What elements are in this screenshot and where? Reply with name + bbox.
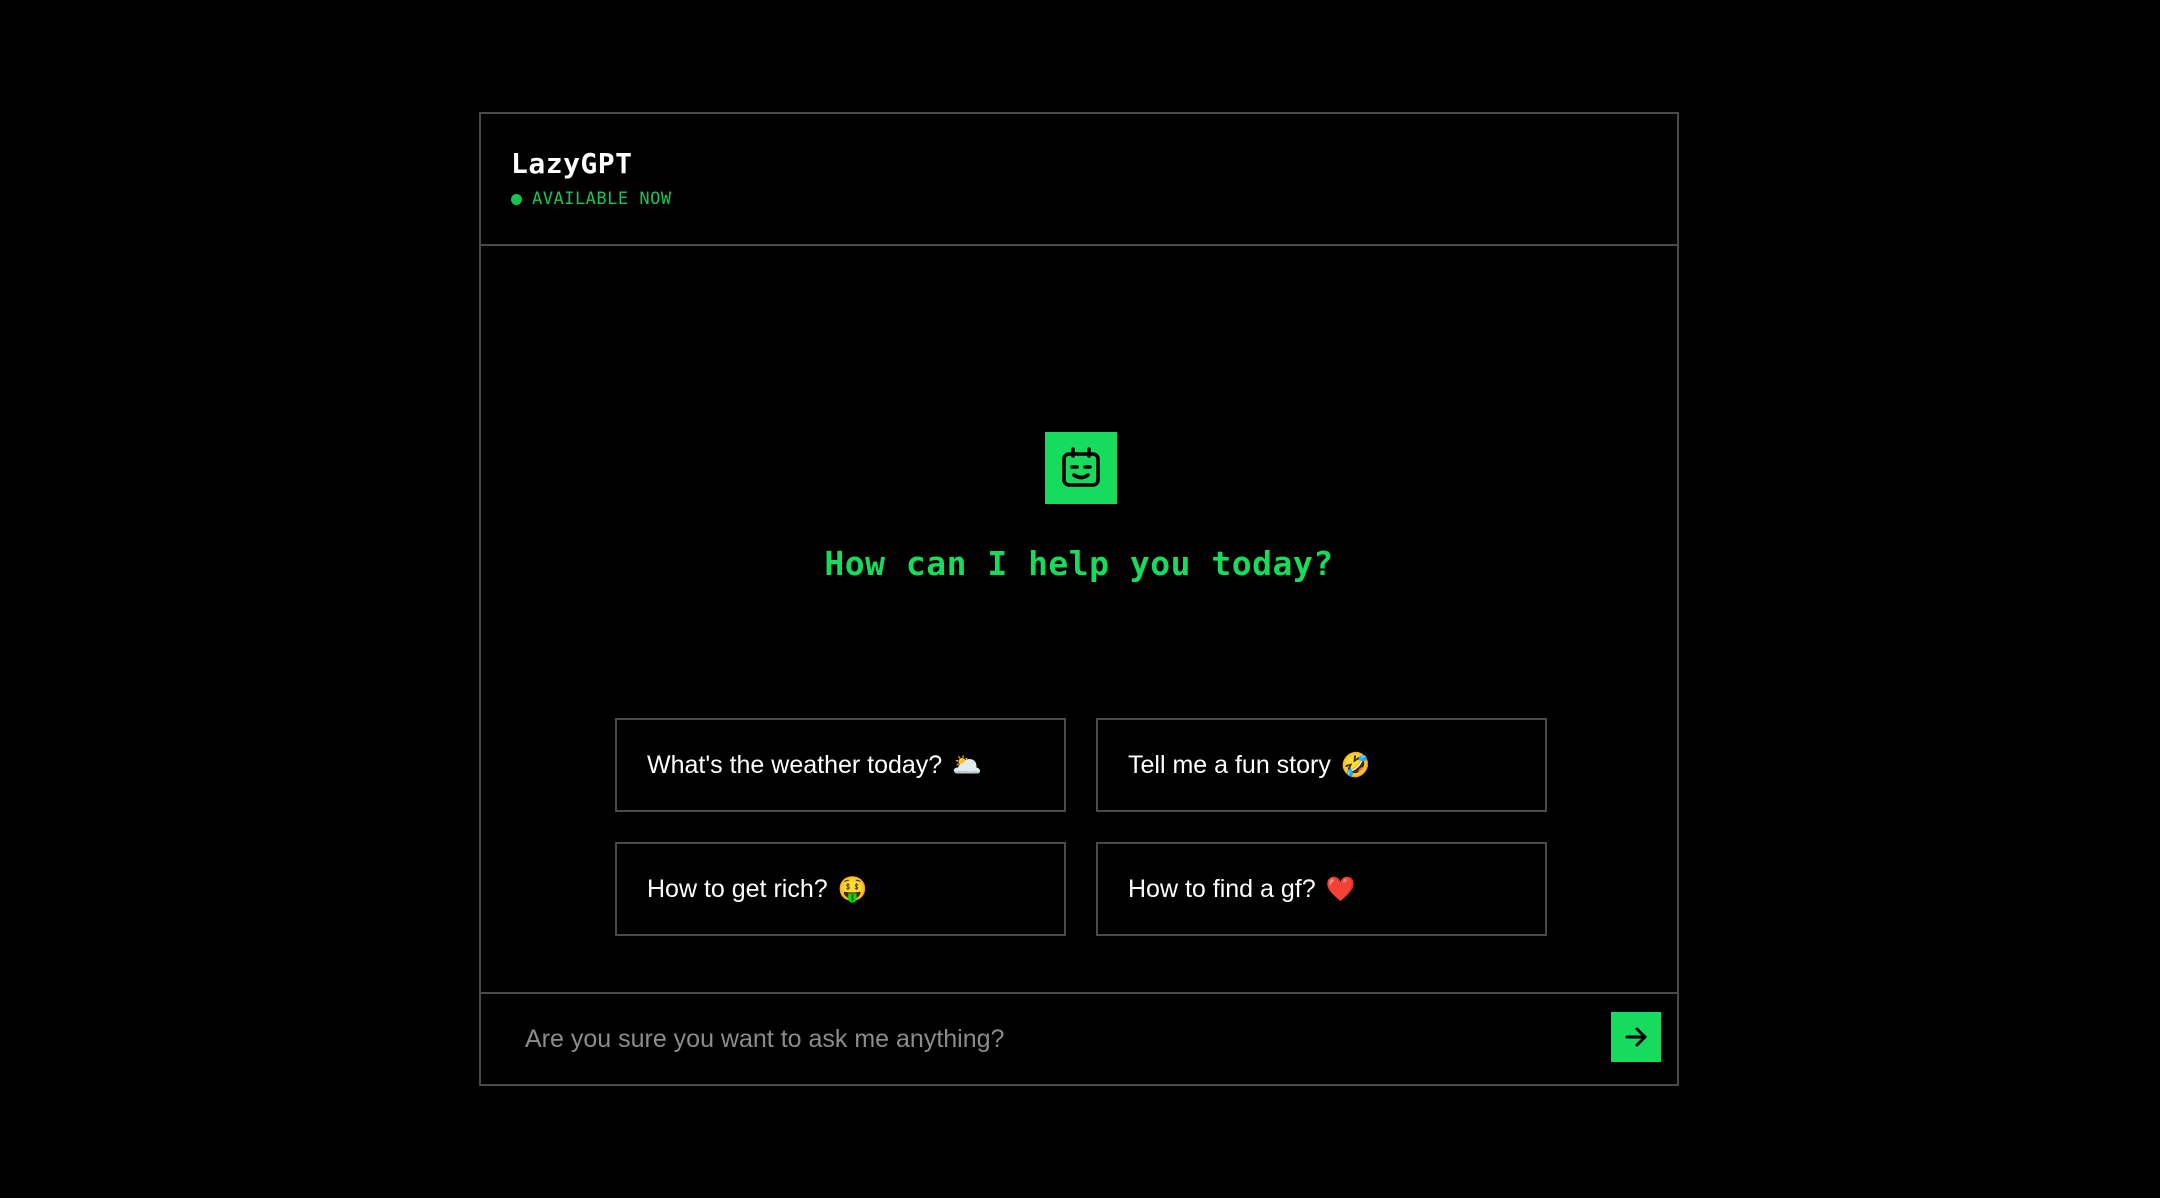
chat-window: LazyGPT AVAILABLE NOW How can I help you… — [479, 112, 1679, 1086]
suggestion-grid: What's the weather today? 🌥️ Tell me a f… — [615, 718, 1547, 936]
arrow-right-icon — [1625, 1027, 1647, 1047]
chat-header: LazyGPT AVAILABLE NOW — [481, 114, 1677, 246]
message-input[interactable] — [525, 1024, 1545, 1054]
status-indicator: AVAILABLE NOW — [511, 189, 1677, 209]
cloud-sun-emoji-icon: 🌥️ — [952, 751, 983, 779]
money-face-emoji-icon: 🤑 — [837, 875, 868, 903]
suggestion-fun-story[interactable]: Tell me a fun story 🤣 — [1096, 718, 1547, 812]
message-composer — [481, 992, 1677, 1084]
suggestion-label: Tell me a fun story — [1128, 750, 1331, 779]
laughing-emoji-icon: 🤣 — [1340, 751, 1371, 779]
send-button[interactable] — [1611, 1012, 1661, 1062]
suggestion-find-gf[interactable]: How to find a gf? ❤️ — [1096, 842, 1547, 936]
status-dot-icon — [511, 193, 522, 205]
heart-emoji-icon: ❤️ — [1325, 875, 1356, 903]
suggestion-weather[interactable]: What's the weather today? 🌥️ — [615, 718, 1066, 812]
bot-face-icon — [1045, 432, 1117, 504]
status-text: AVAILABLE NOW — [532, 189, 672, 209]
greeting-heading: How can I help you today? — [824, 544, 1334, 583]
chat-main: How can I help you today? What's the wea… — [481, 246, 1677, 992]
suggestion-get-rich[interactable]: How to get rich? 🤑 — [615, 842, 1066, 936]
suggestion-label: What's the weather today? — [647, 750, 943, 779]
suggestion-label: How to get rich? — [647, 874, 828, 903]
app-title: LazyGPT — [511, 147, 633, 180]
suggestion-label: How to find a gf? — [1128, 874, 1316, 903]
